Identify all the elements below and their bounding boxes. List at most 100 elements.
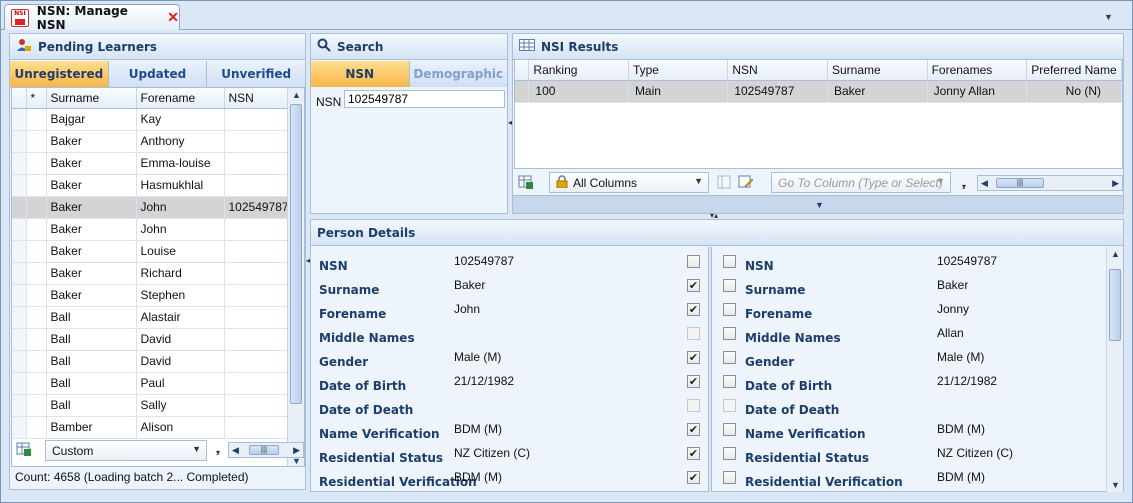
- right-checkbox-forename[interactable]: [723, 303, 736, 316]
- row-header[interactable]: [12, 306, 27, 329]
- surname-cell: Baker: [46, 174, 137, 197]
- left-checkbox-forename[interactable]: ✔: [687, 303, 700, 316]
- row-header[interactable]: [12, 240, 27, 263]
- column-header-surname[interactable]: Surname: [827, 60, 928, 81]
- table-row[interactable]: 100 Main 102549787 Baker Jonny Allan No (N): [515, 80, 1122, 103]
- details-scroll-thumb[interactable]: [1109, 269, 1121, 341]
- row-header[interactable]: [12, 372, 27, 395]
- row-header[interactable]: [12, 328, 27, 351]
- table-row[interactable]: Bajgar Kay: [12, 108, 291, 131]
- left-checkbox-gender[interactable]: ✔: [687, 351, 700, 364]
- right-checkbox-gender[interactable]: [723, 351, 736, 364]
- table-row[interactable]: Ball David: [12, 350, 291, 373]
- details-vertical-scrollbar[interactable]: ▲ ▼: [1106, 247, 1123, 492]
- tab-unverified[interactable]: Unverified: [207, 61, 306, 87]
- row-header[interactable]: [12, 174, 27, 197]
- table-row[interactable]: Ball Sally: [12, 394, 291, 417]
- row-header[interactable]: [515, 80, 530, 103]
- left-checkbox-name-verification[interactable]: ✔: [687, 423, 700, 436]
- table-row[interactable]: Ball Paul: [12, 372, 291, 395]
- close-icon[interactable]: ✕: [167, 9, 179, 26]
- right-checkbox-middle-names[interactable]: [723, 327, 736, 340]
- scroll-right-icon[interactable]: ▶: [1112, 178, 1119, 189]
- column-header-type[interactable]: Type: [628, 60, 729, 81]
- row-header[interactable]: [12, 262, 27, 285]
- export-grid-icon[interactable]: [517, 173, 535, 191]
- scroll-left-icon[interactable]: ◀: [232, 445, 239, 456]
- left-checkbox-residential-status[interactable]: ✔: [687, 447, 700, 460]
- surname-cell: Bajgar: [46, 108, 137, 131]
- grip-icon[interactable]: ▾ ‾: [216, 449, 220, 463]
- goto-column-dropdown[interactable]: Go To Column (Type or Select) ▼: [771, 172, 951, 193]
- column-header-surname[interactable]: Surname: [46, 88, 137, 109]
- scroll-down-icon[interactable]: ▼: [1111, 480, 1120, 490]
- table-row[interactable]: Ball Alastair: [12, 306, 291, 329]
- splitter-grip-search[interactable]: ◂: [508, 119, 512, 127]
- column-header-nsn[interactable]: NSN: [224, 88, 291, 109]
- results-collapse-bar[interactable]: ▼: [513, 195, 1123, 213]
- left-checkbox-date-of-birth[interactable]: ✔: [687, 375, 700, 388]
- pending-vertical-scrollbar[interactable]: ▲ ▼: [287, 88, 304, 466]
- nsn-search-input[interactable]: [344, 90, 505, 108]
- scroll-up-icon[interactable]: ▲: [292, 90, 301, 100]
- left-label-nsn: NSN: [319, 259, 348, 273]
- scroll-up-icon[interactable]: ▲: [1111, 249, 1120, 259]
- pending-horizontal-scrollbar[interactable]: ◀ ||| ▶: [228, 442, 304, 458]
- grid-filter-dropdown[interactable]: Custom ▼: [45, 440, 207, 461]
- row-header[interactable]: [12, 394, 27, 417]
- column-header-preferred-name[interactable]: Preferred Name: [1026, 60, 1122, 81]
- nsn-cell: [224, 152, 291, 175]
- scroll-left-icon[interactable]: ◀: [981, 178, 988, 189]
- row-header[interactable]: [12, 350, 27, 373]
- table-row[interactable]: Ball David: [12, 328, 291, 351]
- table-row[interactable]: Baker Louise: [12, 240, 291, 263]
- edit-layout-icon[interactable]: [737, 173, 755, 191]
- pending-scroll-thumb[interactable]: [290, 104, 302, 404]
- pending-hscroll-thumb[interactable]: |||: [249, 445, 279, 455]
- column-header-nsn[interactable]: NSN: [727, 60, 828, 81]
- right-checkbox-residential-verification[interactable]: [723, 471, 736, 484]
- row-header[interactable]: [12, 416, 27, 439]
- table-row[interactable]: Baker Anthony: [12, 130, 291, 153]
- row-header[interactable]: [12, 284, 27, 307]
- scroll-right-icon[interactable]: ▶: [293, 445, 300, 456]
- row-header[interactable]: [12, 108, 27, 131]
- row-header[interactable]: [12, 130, 27, 153]
- table-row[interactable]: Baker John: [12, 218, 291, 241]
- table-row[interactable]: Baker Richard: [12, 262, 291, 285]
- right-checkbox-surname[interactable]: [723, 279, 736, 292]
- export-grid-icon[interactable]: [15, 440, 33, 458]
- column-header-forenames[interactable]: Forenames: [927, 60, 1028, 81]
- column-filter-dropdown[interactable]: All Columns ▼: [549, 172, 709, 193]
- table-row[interactable]: Bamber Alison: [12, 416, 291, 439]
- right-checkbox-name-verification[interactable]: [723, 423, 736, 436]
- row-star-cell: [26, 416, 47, 439]
- left-checkbox-residential-verification[interactable]: ✔: [687, 471, 700, 484]
- tab-unregistered[interactable]: Unregistered: [10, 61, 109, 87]
- document-tab[interactable]: NSI NSN: Manage NSN ✕: [4, 4, 180, 32]
- results-hscroll-thumb[interactable]: |||: [996, 178, 1044, 188]
- right-checkbox-date-of-birth[interactable]: [723, 375, 736, 388]
- column-header-star[interactable]: *: [26, 88, 47, 109]
- row-header[interactable]: [12, 152, 27, 175]
- row-header[interactable]: [12, 218, 27, 241]
- left-checkbox-surname[interactable]: ✔: [687, 279, 700, 292]
- table-row[interactable]: Baker John 102549787: [12, 196, 291, 219]
- tab-nsn[interactable]: NSN: [311, 61, 410, 87]
- column-header-ranking[interactable]: Ranking: [528, 60, 629, 81]
- table-row[interactable]: Baker Stephen: [12, 284, 291, 307]
- right-checkbox-nsn[interactable]: [723, 255, 736, 268]
- right-checkbox-residential-status[interactable]: [723, 447, 736, 460]
- row-header[interactable]: [12, 196, 27, 219]
- tab-demographic[interactable]: Demographic: [409, 61, 507, 87]
- tab-scroll-down-icon[interactable]: ▼: [1104, 12, 1113, 22]
- table-row[interactable]: Baker Emma-louise: [12, 152, 291, 175]
- tab-updated[interactable]: Updated: [108, 61, 208, 87]
- table-row[interactable]: Baker Hasmukhlal: [12, 174, 291, 197]
- collapse-icon[interactable]: ▼: [815, 200, 824, 210]
- results-horizontal-scrollbar[interactable]: ◀ ||| ▶: [977, 175, 1123, 191]
- left-checkbox-nsn[interactable]: [687, 255, 700, 268]
- column-chooser-icon[interactable]: [715, 173, 733, 191]
- column-header-forename[interactable]: Forename: [136, 88, 225, 109]
- left-value-forename: John: [454, 302, 481, 316]
